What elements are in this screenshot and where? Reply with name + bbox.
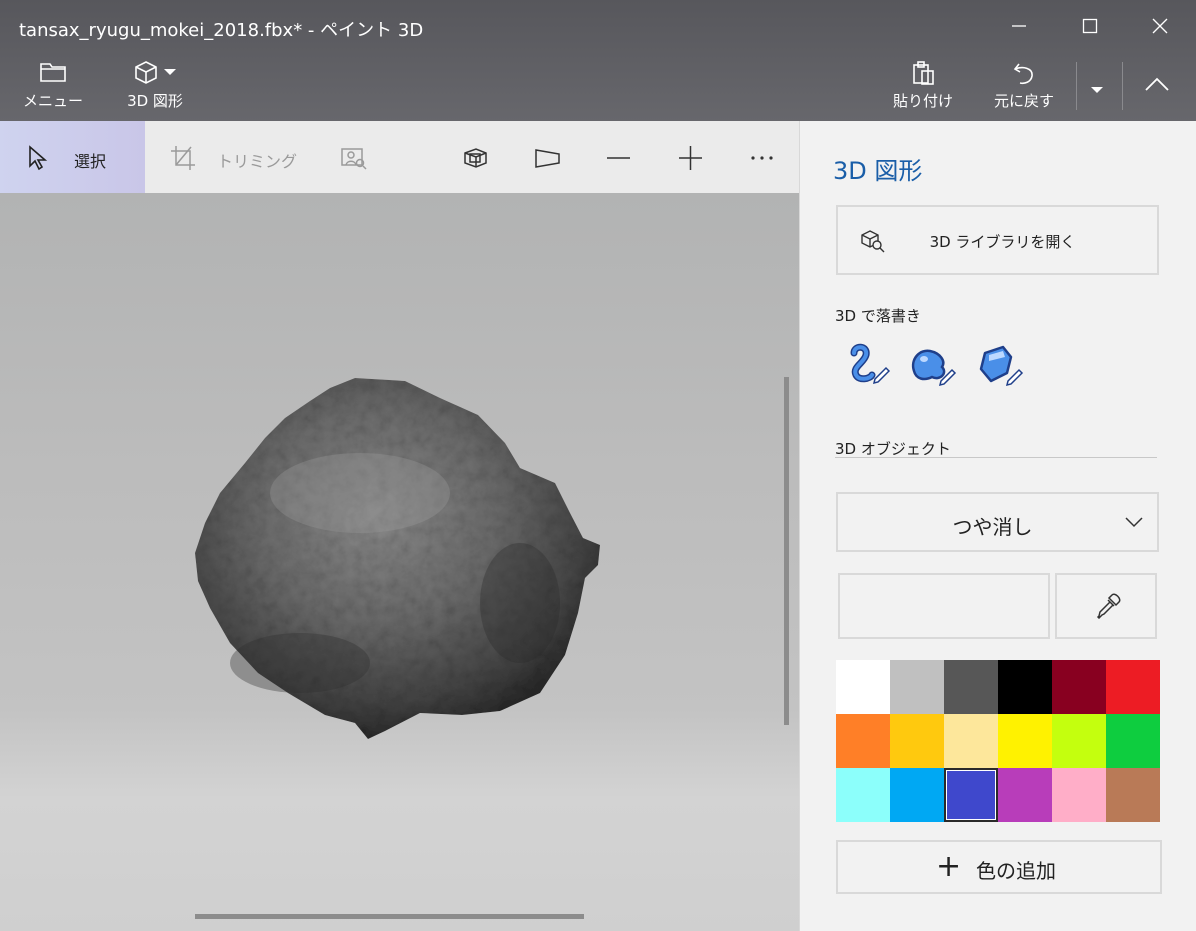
- 3d-object-heading: 3D オブジェクト: [835, 440, 951, 458]
- magic-select-button[interactable]: [340, 145, 368, 171]
- eyedropper-icon: [1096, 593, 1121, 619]
- perspective-icon: [535, 149, 560, 168]
- color-swatch[interactable]: [836, 768, 890, 822]
- undo-icon: [1013, 63, 1033, 85]
- color-swatch[interactable]: [890, 768, 944, 822]
- color-swatch[interactable]: [998, 714, 1052, 768]
- zoom-out-button[interactable]: [605, 145, 633, 171]
- title-bar: tansax_ryugu_mokei_2018.fbx* - ペイント 3D メ…: [0, 0, 1196, 121]
- canvas-area[interactable]: [0, 193, 799, 931]
- asteroid-3d-model[interactable]: [0, 193, 799, 931]
- color-swatch[interactable]: [1052, 768, 1106, 822]
- close-button[interactable]: [1127, 0, 1193, 52]
- soft-edge-doodle-icon: [911, 349, 957, 387]
- 3d-view-button[interactable]: [462, 145, 490, 171]
- horizontal-scrollbar[interactable]: [195, 914, 584, 919]
- chevron-up-icon: [1145, 77, 1169, 91]
- color-swatch[interactable]: [1052, 714, 1106, 768]
- tube-doodle-button[interactable]: [846, 343, 892, 389]
- color-palette: [836, 660, 1160, 822]
- undo-button[interactable]: 元に戻す: [990, 60, 1058, 111]
- sharp-edge-doodle-icon: [979, 345, 1024, 387]
- menu-label: メニュー: [23, 92, 84, 110]
- plus-icon: +: [936, 849, 962, 884]
- toolbar-divider: [1076, 62, 1077, 110]
- current-color-swatch[interactable]: [838, 573, 1050, 639]
- menu-button[interactable]: メニュー: [23, 60, 84, 111]
- panel-title: 3D 図形: [833, 157, 923, 185]
- minus-icon: [607, 157, 630, 159]
- color-swatch[interactable]: [944, 714, 998, 768]
- 3d-shapes-label: 3D 図形: [127, 92, 183, 110]
- section-divider: [835, 457, 1157, 458]
- color-swatch[interactable]: [998, 768, 1052, 822]
- collapse-toolbar-button[interactable]: [1144, 76, 1174, 96]
- open-3d-library-button[interactable]: 3D ライブラリを開く: [836, 205, 1159, 275]
- color-swatch[interactable]: [890, 714, 944, 768]
- paste-label: 貼り付け: [892, 92, 953, 110]
- clipboard-icon: [913, 61, 934, 85]
- close-icon: [1152, 18, 1168, 34]
- color-swatch[interactable]: [836, 714, 890, 768]
- magic-select-icon: [341, 148, 367, 170]
- open-3d-library-label: 3D ライブラリを開く: [929, 233, 1076, 251]
- redo-dropdown-button[interactable]: [1090, 80, 1110, 93]
- color-swatch[interactable]: [836, 660, 890, 714]
- select-tool-button[interactable]: 選択: [0, 121, 145, 193]
- 3d-view-icon: [464, 148, 487, 168]
- eyedropper-button[interactable]: [1055, 573, 1157, 639]
- color-swatch[interactable]: [1106, 768, 1160, 822]
- 3d-shapes-button[interactable]: 3D 図形: [119, 60, 191, 111]
- color-swatch[interactable]: [1106, 660, 1160, 714]
- soft-edge-doodle-button[interactable]: [908, 343, 957, 389]
- plus-icon: [679, 146, 702, 170]
- color-swatch[interactable]: [890, 660, 944, 714]
- color-swatch[interactable]: [1106, 714, 1160, 768]
- crop-label: トリミング: [217, 152, 298, 171]
- paste-button[interactable]: 貼り付け: [890, 60, 956, 111]
- maximize-button[interactable]: [1057, 0, 1123, 52]
- zoom-in-button[interactable]: [677, 145, 705, 171]
- cube-icon: [135, 61, 157, 84]
- select-label: 選択: [74, 152, 107, 171]
- finish-dropdown[interactable]: つや消し: [836, 492, 1159, 552]
- tube-doodle-icon: [850, 343, 891, 385]
- 3d-shapes-panel: 3D 図形 3D ライブラリを開く 3D で落書き 3D オブジェクト つや消し…: [799, 121, 1196, 931]
- finish-selected-value: つや消し: [952, 515, 1033, 539]
- color-swatch[interactable]: [944, 768, 998, 822]
- crop-tool-button[interactable]: トリミング: [145, 121, 315, 193]
- chevron-down-icon: [1125, 517, 1143, 528]
- 3d-doodle-heading: 3D で落書き: [835, 307, 921, 325]
- crop-icon: [171, 146, 195, 170]
- undo-label: 元に戻す: [993, 92, 1054, 110]
- color-swatch[interactable]: [1052, 660, 1106, 714]
- vertical-scrollbar[interactable]: [784, 377, 789, 725]
- more-options-button[interactable]: [749, 145, 777, 171]
- color-swatch[interactable]: [998, 660, 1052, 714]
- add-color-button[interactable]: + 色の追加: [836, 840, 1162, 894]
- cursor-arrow-icon: [29, 145, 48, 171]
- add-color-label: 色の追加: [976, 859, 1056, 883]
- chevron-down-icon: [164, 69, 176, 75]
- folder-icon: [40, 63, 66, 82]
- sharp-edge-doodle-button[interactable]: [975, 343, 1024, 389]
- more-icon: [751, 156, 773, 160]
- color-swatch[interactable]: [944, 660, 998, 714]
- minimize-icon: [1012, 25, 1026, 27]
- window-title: tansax_ryugu_mokei_2018.fbx* - ペイント 3D: [19, 20, 424, 41]
- toolbar-divider: [1122, 62, 1123, 110]
- canvas-toolbar: 選択 トリミング: [0, 121, 799, 193]
- perspective-button[interactable]: [534, 145, 562, 171]
- maximize-icon: [1082, 18, 1098, 34]
- chevron-down-icon: [1091, 87, 1103, 93]
- minimize-button[interactable]: [986, 0, 1052, 52]
